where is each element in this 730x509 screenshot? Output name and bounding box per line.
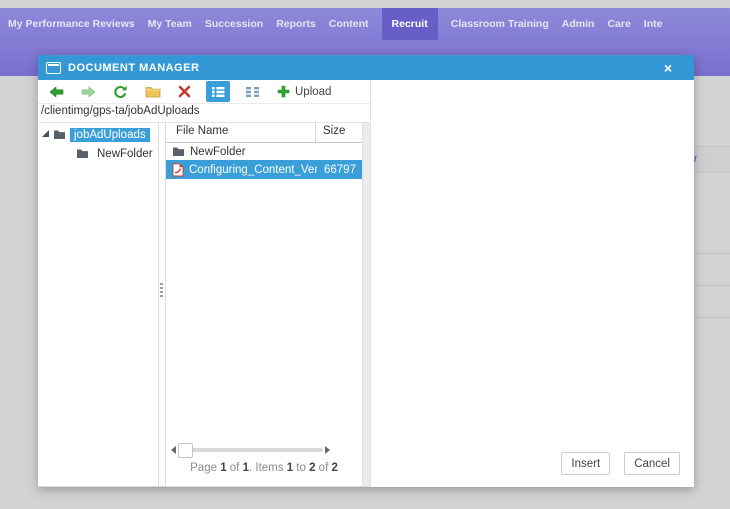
dialog-titlebar: DOCUMENT MANAGER × [38, 55, 694, 80]
upload-label: Upload [295, 85, 332, 98]
expander-icon[interactable] [42, 130, 49, 137]
delete-x-icon [178, 85, 191, 98]
nav-item-my-team[interactable]: My Team [148, 8, 192, 40]
pdf-file-icon [172, 162, 184, 176]
column-file-name[interactable]: File Name [166, 123, 316, 142]
delete-button[interactable] [176, 81, 193, 102]
preview-pane: Insert Cancel [371, 80, 694, 487]
grid-view-icon [246, 86, 259, 97]
nav-item-care[interactable]: Care [607, 8, 630, 40]
new-folder-button[interactable] [143, 81, 163, 102]
document-manager-dialog: DOCUMENT MANAGER × Upload /clientimg/gps… [38, 55, 694, 487]
horizontal-scrollbar[interactable] [171, 443, 330, 458]
nav-item-reports[interactable]: Reports [276, 8, 316, 40]
pager-status: Page 1 of 1. Items 1 to 2 of 2 [190, 462, 338, 474]
main-nav: My Performance Reviews My Team Successio… [0, 8, 730, 40]
tree-item-label: NewFolder [97, 147, 153, 160]
path-input[interactable]: /clientimg/gps-ta/jobAdUploads [38, 103, 370, 123]
file-row-newfolder[interactable]: NewFolder [166, 143, 362, 160]
nav-item-succession[interactable]: Succession [205, 8, 263, 40]
window-icon [46, 61, 61, 74]
nav-item-admin[interactable]: Admin [562, 8, 595, 40]
file-size: 66797 [324, 163, 356, 176]
upload-button[interactable]: Upload [275, 81, 333, 102]
splitter-grip-icon [160, 283, 163, 297]
column-size[interactable]: Size [316, 123, 362, 142]
new-folder-icon [145, 87, 161, 98]
nav-item-my-performance-reviews[interactable]: My Performance Reviews [8, 8, 135, 40]
plus-icon [277, 85, 290, 98]
forward-button[interactable] [79, 81, 98, 102]
file-name: NewFolder [190, 145, 246, 158]
list-view-button[interactable] [206, 81, 230, 102]
list-header: File Name Size [166, 123, 362, 143]
back-button[interactable] [47, 81, 66, 102]
nav-item-content[interactable]: Content [329, 8, 369, 40]
list-view-icon [212, 86, 225, 97]
scrollbar-thumb[interactable] [178, 443, 193, 458]
cancel-button[interactable]: Cancel [624, 452, 680, 475]
page-top-strip [0, 0, 730, 8]
forward-arrow-icon [81, 85, 96, 98]
tree-item-newfolder[interactable]: NewFolder [38, 145, 158, 162]
back-arrow-icon [49, 85, 64, 98]
tree-item-label: jobAdUploads [70, 127, 150, 142]
close-icon[interactable]: × [662, 59, 686, 77]
nav-item-inte[interactable]: Inte [644, 8, 663, 40]
folder-icon [54, 130, 65, 139]
nav-item-recruit[interactable]: Recruit [381, 8, 438, 40]
nav-item-classroom-training[interactable]: Classroom Training [451, 8, 549, 40]
scroll-right-icon[interactable] [325, 446, 330, 454]
grid-view-button[interactable] [243, 81, 262, 102]
scrollbar-track[interactable] [178, 443, 323, 458]
folder-icon [77, 149, 88, 158]
vertical-scrollbar-track[interactable] [362, 123, 370, 486]
refresh-button[interactable] [111, 81, 130, 102]
tree-item-jobaduploads[interactable]: jobAdUploads [38, 126, 158, 143]
fm-toolbar: Upload [38, 80, 370, 103]
insert-button[interactable]: Insert [561, 452, 611, 475]
refresh-icon [114, 85, 127, 98]
scroll-left-icon[interactable] [171, 446, 176, 454]
file-list: File Name Size NewFolder Configuring_Con… [166, 123, 362, 486]
file-manager-panel: Upload /clientimg/gps-ta/jobAdUploads jo… [38, 80, 371, 487]
folder-icon [173, 147, 184, 156]
dialog-title: DOCUMENT MANAGER [68, 61, 200, 74]
file-name: Configuring_Content_Vendo [189, 163, 317, 176]
file-row-configuring-content-vendo[interactable]: Configuring_Content_Vendo 66797 [166, 160, 362, 179]
pane-splitter[interactable] [158, 123, 166, 486]
folder-tree: jobAdUploads NewFolder [38, 123, 158, 486]
